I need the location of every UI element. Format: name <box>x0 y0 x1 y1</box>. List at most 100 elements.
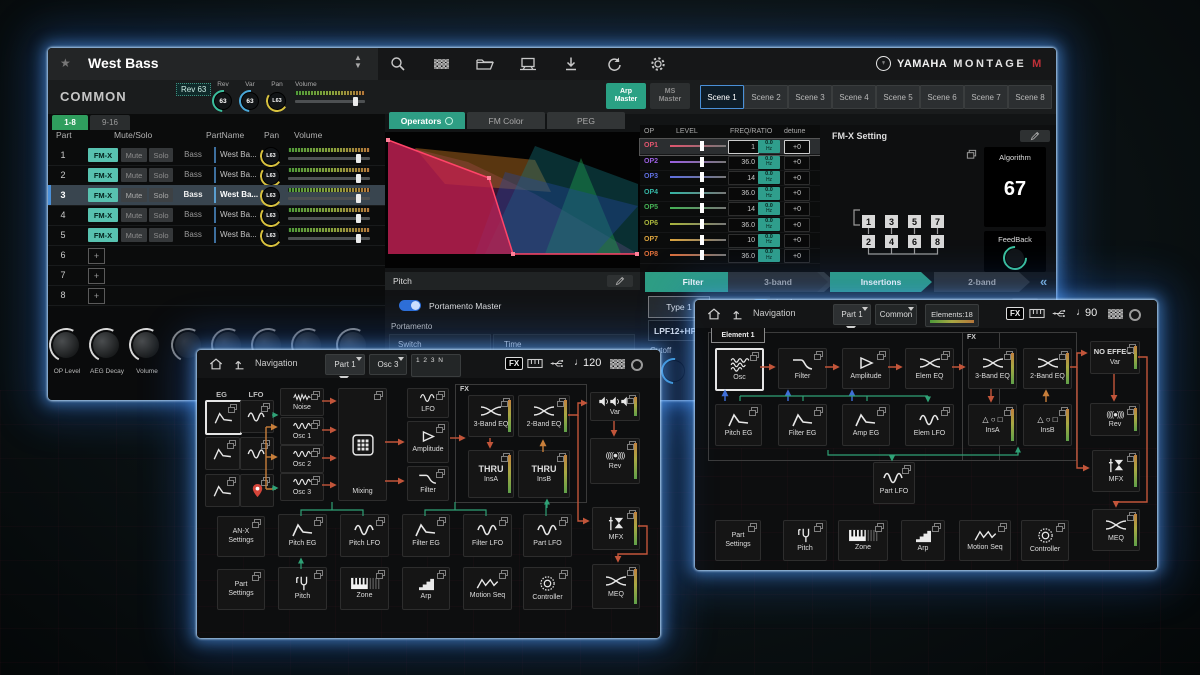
part-settings-box[interactable]: Part Settings <box>217 569 265 610</box>
copy-icon[interactable] <box>1058 523 1065 529</box>
part-volume-handle[interactable] <box>356 214 361 223</box>
copy-icon[interactable] <box>750 523 757 529</box>
copy-icon[interactable] <box>943 351 950 357</box>
op-hz-badge[interactable]: 0.0Hz <box>758 171 780 184</box>
fmx-edit-button[interactable] <box>1020 130 1050 142</box>
part-row-1[interactable]: 1 FM-X Mute Solo Bass West Ba... L63 <box>48 145 385 166</box>
part-row-5[interactable]: 5 FM-X Mute Solo Bass West Ba... L63 <box>48 225 385 246</box>
motion-seq-box[interactable]: Motion Seq <box>463 567 512 610</box>
part-name[interactable]: West Ba... <box>220 170 257 179</box>
scene-1-button[interactable]: Scene 1 <box>700 85 744 109</box>
part-volume-handle[interactable] <box>356 154 361 163</box>
op-row-OP3[interactable]: OP3140.0Hz+0 <box>640 170 820 186</box>
add-part-button[interactable]: + <box>88 268 105 284</box>
part-row-2[interactable]: 2 FM-X Mute Solo Bass West Ba... L63 <box>48 165 385 186</box>
op-row-OP4[interactable]: OP436.00.0Hz+0 <box>640 186 820 202</box>
amp-eg-box[interactable]: Amp EG <box>842 404 890 446</box>
part-lfo-box[interactable]: Part LFO <box>873 462 915 504</box>
op-freq-value[interactable]: 14 <box>728 171 759 185</box>
portamento-master-toggle[interactable] <box>399 300 421 311</box>
op-hz-badge[interactable]: 0.0Hz <box>758 202 780 215</box>
part-tab-1-8[interactable]: 1-8 <box>52 115 88 130</box>
copy-icon[interactable] <box>316 570 323 576</box>
part-settings-box[interactable]: Part Settings <box>715 520 761 561</box>
op-level-handle[interactable] <box>700 235 704 245</box>
filter-eg-box[interactable]: Filter EG <box>402 514 450 557</box>
op-level-slider[interactable] <box>670 145 726 147</box>
pitch-edit-button[interactable] <box>607 275 633 287</box>
copy-icon[interactable] <box>438 469 445 475</box>
copy-icon[interactable] <box>313 420 320 426</box>
op-level-handle[interactable] <box>700 250 704 260</box>
preset-spinner-icon[interactable]: ▲▼ <box>354 54 362 70</box>
keyboard-icon[interactable] <box>527 358 543 369</box>
copy-icon[interactable] <box>934 523 941 529</box>
part-row-3-selected[interactable]: 3 FM-X Mute Solo Bass West Ba... L63 <box>48 185 385 206</box>
op-hz-badge[interactable]: 0.0Hz <box>758 187 780 200</box>
element-1-tab[interactable]: Element 1 <box>711 328 765 343</box>
feedback-box[interactable]: FeedBack <box>984 231 1046 272</box>
tab-peg[interactable]: PEG <box>547 112 625 129</box>
folder-icon[interactable] <box>476 57 494 71</box>
pitch-lfo-box[interactable]: Pitch LFO <box>340 514 389 557</box>
mfx-box[interactable]: MFX <box>592 507 640 550</box>
var-knob[interactable]: 63 <box>241 92 259 110</box>
amplitude-box[interactable]: Amplitude <box>407 421 449 463</box>
part-pan-knob[interactable]: L63 <box>262 187 280 205</box>
tab-fm-color[interactable]: FM Color <box>467 112 545 129</box>
librarian-grid-icon[interactable] <box>434 59 449 69</box>
op-level-slider[interactable] <box>670 192 726 194</box>
copy-icon[interactable] <box>501 517 508 523</box>
motion-seq-box[interactable]: Motion Seq <box>959 520 1011 561</box>
anx-settings-box[interactable]: AN-X Settings <box>217 516 265 557</box>
arp-box[interactable]: Arp <box>402 567 450 610</box>
pitch-box[interactable]: Pitch <box>278 567 327 610</box>
part-name[interactable]: West Ba... <box>220 210 257 219</box>
copy-icon[interactable] <box>263 477 270 483</box>
op-hz-badge[interactable]: 0.0Hz <box>758 218 780 231</box>
meq-box[interactable]: MEQ <box>592 564 640 609</box>
ins-b-box[interactable]: THRUInsB <box>518 450 570 498</box>
copy-icon[interactable] <box>313 391 320 397</box>
ins-a-box[interactable]: THRUInsA <box>468 450 514 498</box>
op-detune-value[interactable]: +0 <box>784 140 810 154</box>
osc3-box[interactable]: Osc 3 <box>280 473 324 501</box>
op-level-slider[interactable] <box>670 239 726 241</box>
ms-master-button[interactable]: MS Master <box>650 83 690 109</box>
eg-slot-2[interactable] <box>205 437 240 470</box>
copy-icon[interactable] <box>229 477 236 483</box>
favorite-star-icon[interactable]: ★ <box>60 56 71 70</box>
up-level-icon[interactable] <box>731 307 745 321</box>
op-level-handle[interactable] <box>700 157 704 167</box>
op-level-knob[interactable] <box>53 332 79 358</box>
power-ring-icon[interactable] <box>1129 309 1141 321</box>
3-band-eq-box[interactable]: 3-Band EQ <box>968 348 1017 389</box>
lfo-slot-3-pin[interactable] <box>240 474 274 507</box>
scene-5-button[interactable]: Scene 5 <box>876 85 920 109</box>
pitch-eg-box[interactable]: Pitch EG <box>278 514 327 557</box>
eg-slot-1[interactable] <box>205 400 242 435</box>
copy-icon[interactable] <box>439 570 446 576</box>
scene-2-button[interactable]: Scene 2 <box>744 85 788 109</box>
usb-icon[interactable] <box>1051 309 1068 318</box>
add-part-button[interactable]: + <box>88 288 105 304</box>
copy-icon[interactable] <box>752 352 759 358</box>
op-hz-badge[interactable]: 0.0Hz <box>758 156 780 169</box>
device-sync-icon[interactable] <box>519 57 537 71</box>
op-detune-value[interactable]: +0 <box>784 234 810 248</box>
op-row-OP5[interactable]: OP5140.0Hz+0 <box>640 201 820 217</box>
zone-box[interactable]: Zone <box>340 567 389 610</box>
controller-box[interactable]: Controller <box>523 567 572 610</box>
osc-box[interactable]: Osc <box>715 348 764 391</box>
osc2-box[interactable]: Osc 2 <box>280 445 324 473</box>
2-band-eq-box[interactable]: 2-Band EQ <box>518 395 570 437</box>
2-band-eq-box[interactable]: 2-Band EQ <box>1023 348 1072 389</box>
mute-button[interactable]: Mute <box>121 148 147 162</box>
part-lfo-box[interactable]: Part LFO <box>523 514 572 557</box>
elements-count-box[interactable]: Elements:18 <box>925 304 979 327</box>
fx-badge[interactable]: FX <box>505 357 523 370</box>
op-freq-value[interactable]: 1 <box>728 140 759 154</box>
fx-badge[interactable]: FX <box>1006 307 1024 320</box>
ins-b-box[interactable]: △ ○ □InsB <box>1023 404 1072 446</box>
lfo-slot-2[interactable] <box>240 437 274 470</box>
